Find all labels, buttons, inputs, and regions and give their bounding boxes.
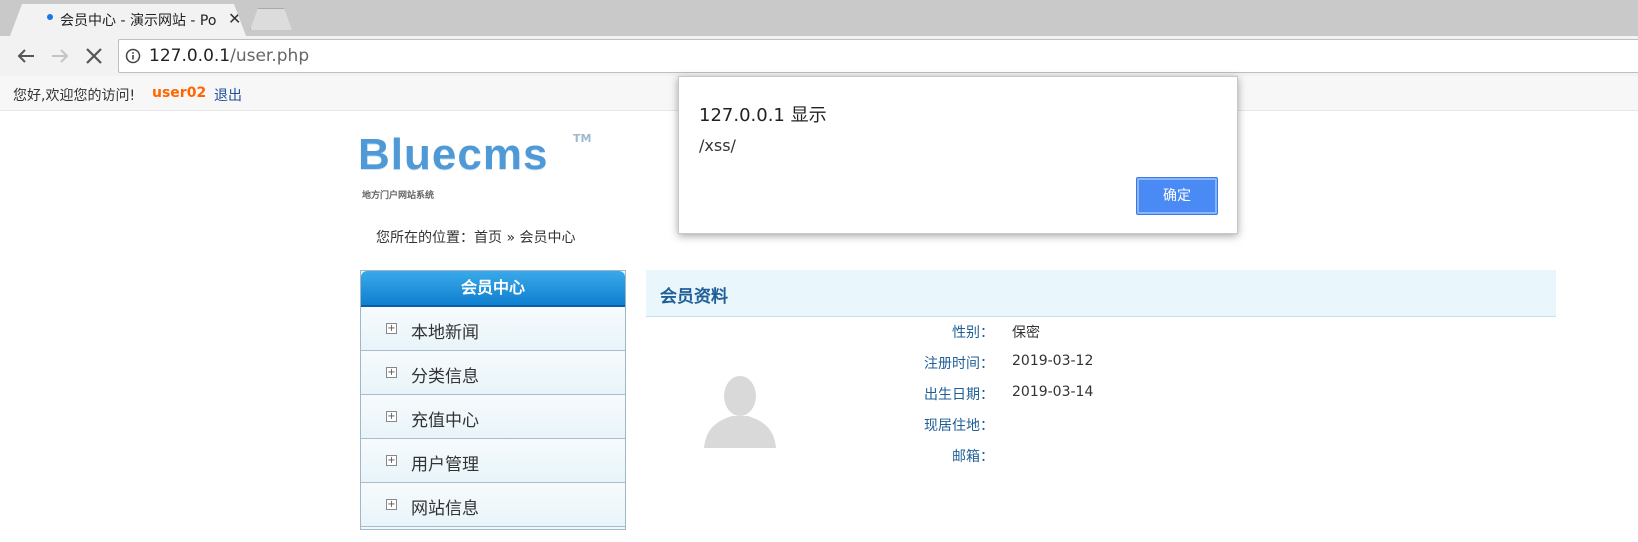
stop-button[interactable] [82, 44, 106, 68]
forward-arrow-icon [52, 49, 69, 63]
sidebar-item-site-info[interactable]: + 网站信息 [361, 483, 625, 527]
logo-text: Bluecms [358, 130, 549, 179]
profile-panel-title: 会员资料 [660, 287, 728, 307]
birthday-label: 出生日期： [924, 387, 994, 403]
logo-trademark: TM [573, 132, 592, 145]
expand-plus-icon: + [386, 367, 397, 378]
browser-toolbar: 127.0.0.1/user.php [0, 36, 1638, 77]
sidebar-title: 会员中心 [361, 271, 625, 307]
sidebar-item-classifieds[interactable]: + 分类信息 [361, 351, 625, 395]
breadcrumb: 您所在的位置：首页 » 会员中心 [376, 230, 576, 246]
close-icon[interactable]: ✕ [228, 9, 241, 29]
sidebar-item-label: 用户管理 [411, 455, 479, 475]
expand-plus-icon: + [386, 411, 397, 422]
tab-title: 会员中心 - 演示网站 - Po [60, 13, 217, 29]
back-button[interactable] [14, 44, 38, 68]
sidebar-item-label: 分类信息 [411, 367, 479, 387]
gender-label: 性别： [952, 325, 994, 341]
back-arrow-icon [17, 49, 34, 63]
sidebar-item-label: 本地新闻 [411, 323, 479, 343]
register-time-label: 注册时间： [924, 356, 994, 372]
url-host: 127.0.0.1 [149, 46, 231, 66]
dialog-title: 127.0.0.1 显示 [699, 105, 827, 126]
forward-button[interactable] [48, 44, 72, 68]
avatar-placeholder-icon [704, 376, 776, 448]
expand-plus-icon: + [386, 499, 397, 510]
info-icon[interactable] [125, 48, 141, 64]
expand-plus-icon: + [386, 323, 397, 334]
url-path: /user.php [230, 46, 310, 66]
address-bar[interactable]: 127.0.0.1/user.php [118, 39, 1638, 73]
loading-icon [47, 14, 53, 20]
residence-label: 现居住地： [924, 418, 994, 434]
logout-link[interactable]: 退出 [214, 85, 242, 105]
browser-tab[interactable]: 会员中心 - 演示网站 - Po ✕ [10, 4, 246, 36]
member-sidebar: 会员中心 + 本地新闻 + 分类信息 + 充值中心 + 用户管理 + 网站信息 [360, 270, 626, 530]
profile-panel-header: 会员资料 [646, 270, 1556, 317]
email-label: 邮箱： [952, 449, 994, 465]
stop-icon [86, 48, 102, 64]
sidebar-item-local-news[interactable]: + 本地新闻 [361, 307, 625, 351]
site-logo[interactable]: Bluecms TM 地方门户网站系统 [358, 130, 598, 201]
username-link[interactable]: user02 [152, 85, 206, 101]
expand-plus-icon: + [386, 455, 397, 466]
birthday-value: 2019-03-14 [1012, 384, 1094, 400]
new-tab-button[interactable] [250, 8, 292, 30]
gender-value: 保密 [1012, 325, 1040, 341]
sidebar-item-label: 充值中心 [411, 411, 479, 431]
logo-subtitle: 地方门户网站系统 [362, 191, 435, 201]
sidebar-item-label: 网站信息 [411, 499, 479, 519]
url-text: 127.0.0.1/user.php [149, 46, 309, 66]
sidebar-item-recharge[interactable]: + 充值中心 [361, 395, 625, 439]
dialog-message: /xss/ [699, 136, 736, 155]
welcome-text: 您好,欢迎您的访问! [13, 88, 136, 104]
sidebar-item-user-management[interactable]: + 用户管理 [361, 439, 625, 483]
ok-button[interactable]: 确定 [1136, 177, 1218, 215]
alert-dialog: 127.0.0.1 显示 /xss/ 确定 [678, 76, 1238, 234]
browser-tabstrip: 会员中心 - 演示网站 - Po ✕ [0, 0, 1638, 36]
register-time-value: 2019-03-12 [1012, 353, 1094, 369]
